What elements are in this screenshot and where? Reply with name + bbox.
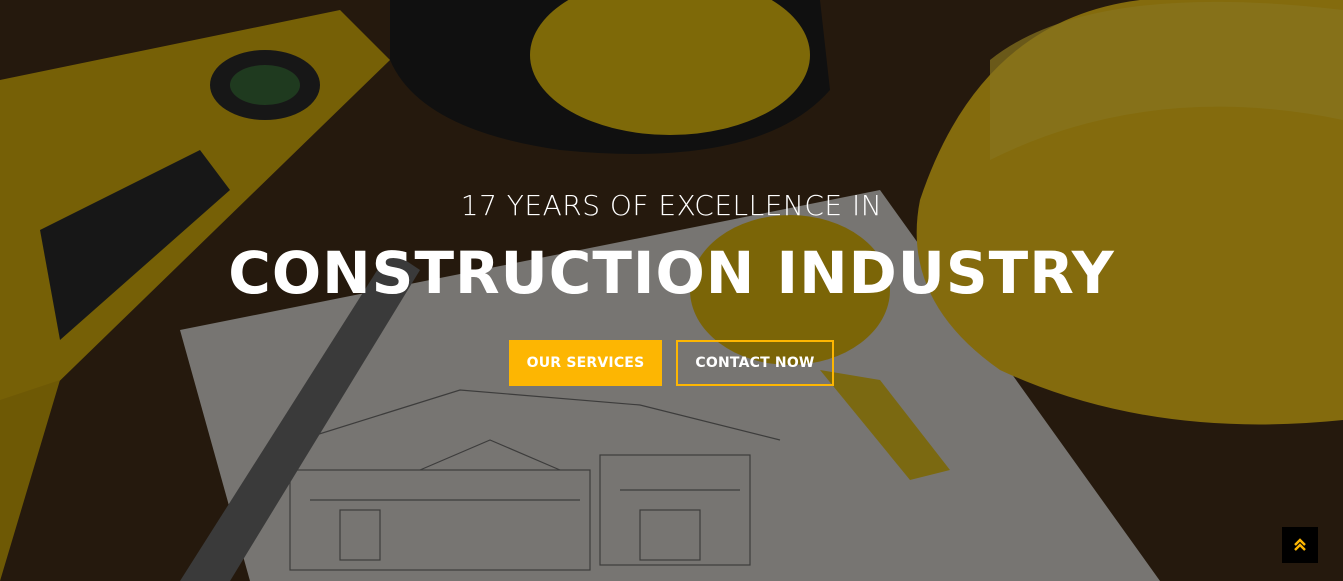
hero-content: 17 YEARS OF EXCELLENCE IN CONSTRUCTION I… — [0, 186, 1343, 386]
our-services-button[interactable]: OUR SERVICES — [509, 340, 662, 386]
hero-subtitle: 17 YEARS OF EXCELLENCE IN — [460, 189, 883, 222]
contact-now-button[interactable]: CONTACT NOW — [676, 340, 834, 386]
hero-title: CONSTRUCTION INDUSTRY — [228, 239, 1115, 307]
scroll-to-top-button[interactable] — [1282, 527, 1318, 563]
double-chevron-up-icon — [1294, 538, 1306, 551]
hero-section: 17 YEARS OF EXCELLENCE IN CONSTRUCTION I… — [0, 0, 1343, 581]
hero-buttons: OUR SERVICES CONTACT NOW — [0, 340, 1343, 386]
